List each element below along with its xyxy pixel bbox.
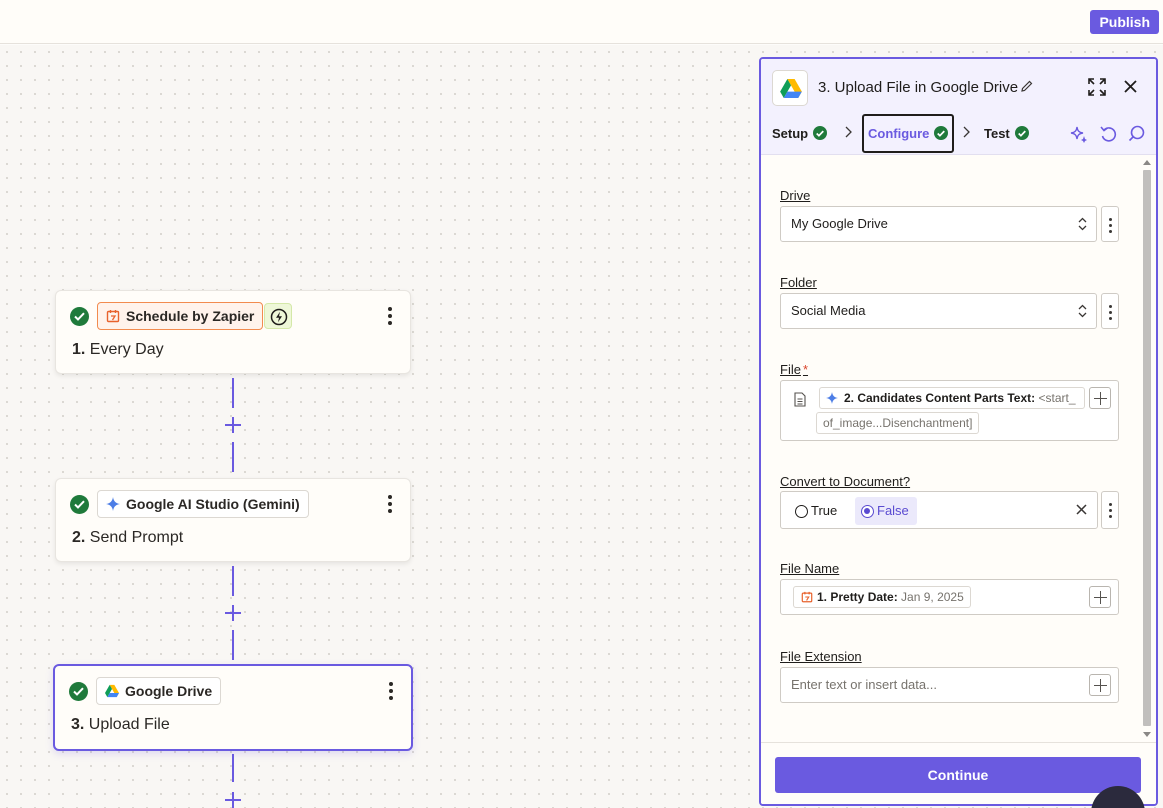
add-step-plus-icon[interactable] xyxy=(224,604,242,622)
data-pill-pretty-date[interactable]: 1. Pretty Date: Jan 9, 2025 xyxy=(793,586,971,608)
chevron-right-icon xyxy=(845,126,852,138)
radio-false[interactable]: False xyxy=(855,497,917,525)
tab-test[interactable]: Test xyxy=(984,113,1029,153)
calendar-icon xyxy=(801,591,813,603)
panel-step-tabs: Setup Configure Test xyxy=(761,113,1156,155)
file-input[interactable]: 2. Candidates Content Parts Text: <start… xyxy=(780,380,1119,441)
scroll-up-arrow-icon[interactable] xyxy=(1143,160,1151,165)
connector-line xyxy=(232,378,234,408)
convert-radio-group: True False xyxy=(780,491,1098,529)
file-extension-field xyxy=(780,667,1119,703)
comment-icon[interactable] xyxy=(1128,125,1145,142)
file-extension-label: File Extension xyxy=(780,649,862,664)
google-drive-icon xyxy=(772,70,808,106)
google-drive-icon xyxy=(105,684,119,698)
app-chip-schedule: Schedule by Zapier xyxy=(97,302,264,330)
workflow-step-2[interactable]: Google AI Studio (Gemini) 2. Send Prompt xyxy=(55,478,411,562)
tab-setup[interactable]: Setup xyxy=(772,113,828,153)
insert-data-plus-icon[interactable] xyxy=(1089,387,1111,409)
app-chip-gemini: Google AI Studio (Gemini) xyxy=(97,490,309,518)
success-check-icon xyxy=(69,682,88,701)
step-number: 2. xyxy=(72,529,86,546)
radio-true[interactable]: True xyxy=(789,497,837,525)
panel-scrollbar[interactable] xyxy=(1141,156,1153,741)
panel-form: Drive My Google Drive Folder Social Medi… xyxy=(761,156,1156,741)
ai-sparkle-icon[interactable] xyxy=(1070,125,1088,143)
drive-label: Drive xyxy=(780,188,811,203)
clear-x-icon[interactable] xyxy=(1076,504,1087,515)
workflow-step-3[interactable]: Google Drive 3. Upload File xyxy=(53,664,413,751)
trigger-bolt-icon xyxy=(264,303,292,329)
step-title: Send Prompt xyxy=(89,529,184,546)
convert-options-menu-icon[interactable] xyxy=(1101,491,1119,529)
insert-data-plus-icon[interactable] xyxy=(1089,586,1111,608)
success-check-icon xyxy=(70,495,89,514)
panel-header: 3. Upload File in Google Drive xyxy=(761,59,1156,113)
convert-label: Convert to Document? xyxy=(780,474,911,489)
data-pill-gemini-text-continued: of_image...Disenchantment] xyxy=(816,412,980,434)
required-asterisk: * xyxy=(802,362,809,377)
success-check-icon xyxy=(70,307,89,326)
file-extension-input[interactable] xyxy=(791,677,1081,692)
connector-line xyxy=(232,566,234,596)
success-check-icon xyxy=(1014,126,1029,140)
workflow-step-1[interactable]: Schedule by Zapier 1. Every Day xyxy=(55,290,411,374)
file-name-input[interactable]: 1. Pretty Date: Jan 9, 2025 xyxy=(780,579,1119,615)
edit-pencil-icon[interactable] xyxy=(1021,80,1033,92)
data-pill-gemini-text[interactable]: 2. Candidates Content Parts Text: <start… xyxy=(819,387,1085,409)
file-label: File * xyxy=(780,362,809,377)
add-step-plus-icon[interactable] xyxy=(224,791,242,808)
chevron-right-icon xyxy=(963,126,970,138)
scrollbar-thumb[interactable] xyxy=(1143,170,1151,726)
gemini-sparkle-icon xyxy=(826,392,838,404)
file-name-label: File Name xyxy=(780,561,840,576)
folder-label: Folder xyxy=(780,275,817,290)
step-menu-icon[interactable] xyxy=(386,305,394,327)
calendar-icon xyxy=(106,310,120,323)
step-number: 3. xyxy=(71,716,85,733)
step-menu-icon[interactable] xyxy=(386,493,394,515)
step-title: Every Day xyxy=(89,341,164,358)
folder-select[interactable]: Social Media xyxy=(780,293,1097,329)
document-icon xyxy=(794,392,806,407)
connector-line xyxy=(232,442,234,472)
drive-select[interactable]: My Google Drive xyxy=(780,206,1097,242)
step-number: 1. xyxy=(72,341,86,358)
step-menu-icon[interactable] xyxy=(387,680,395,702)
gemini-sparkle-icon xyxy=(106,497,120,511)
undo-icon[interactable] xyxy=(1100,125,1117,143)
close-icon[interactable] xyxy=(1124,80,1137,93)
tab-configure[interactable]: Configure xyxy=(862,114,955,153)
sort-arrows-icon xyxy=(1078,217,1087,231)
add-step-plus-icon[interactable] xyxy=(224,416,242,434)
drive-options-menu-icon[interactable] xyxy=(1101,206,1119,242)
app-chip-google-drive: Google Drive xyxy=(96,677,222,705)
continue-button[interactable]: Continue xyxy=(775,757,1141,793)
success-check-icon xyxy=(813,126,828,140)
expand-icon[interactable] xyxy=(1088,78,1106,96)
success-check-icon xyxy=(934,126,949,140)
top-bar: Publish xyxy=(0,0,1163,44)
step-config-panel: 3. Upload File in Google Drive Setup Con… xyxy=(759,57,1158,806)
connector-line xyxy=(232,630,234,660)
folder-options-menu-icon[interactable] xyxy=(1101,293,1119,329)
scroll-down-arrow-icon[interactable] xyxy=(1143,732,1151,737)
connector-line xyxy=(232,754,234,782)
step-title: Upload File xyxy=(88,716,170,733)
publish-button[interactable]: Publish xyxy=(1090,10,1159,34)
panel-title[interactable]: 3. Upload File in Google Drive xyxy=(818,79,1018,96)
sort-arrows-icon xyxy=(1078,304,1087,318)
insert-data-plus-icon[interactable] xyxy=(1089,674,1111,696)
